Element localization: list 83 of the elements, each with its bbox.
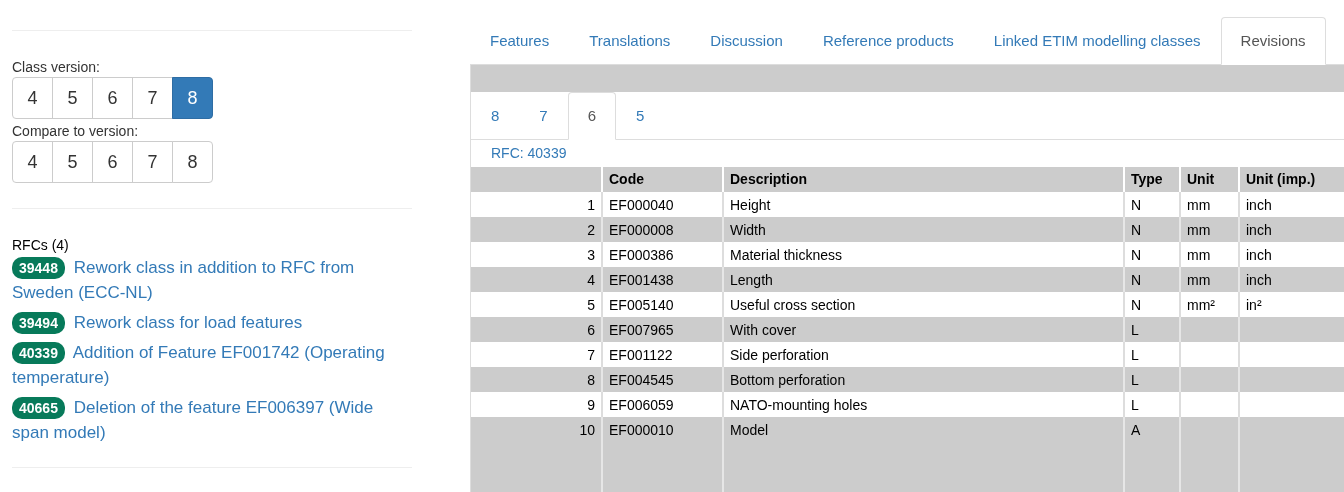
column-header: Unit xyxy=(1187,170,1215,189)
tab[interactable]: Discussion xyxy=(690,17,803,65)
table-cell: mm xyxy=(1187,272,1211,288)
table-cell: 5 xyxy=(587,297,595,313)
table-cell: Side perforation xyxy=(730,347,829,363)
table-cell: EF007965 xyxy=(609,322,674,338)
table-cell: EF005140 xyxy=(609,297,674,313)
tab[interactable]: Translations xyxy=(569,17,691,65)
table-cell: EF000010 xyxy=(609,422,674,438)
tab[interactable]: Reference products xyxy=(802,17,974,65)
table-cell: mm xyxy=(1187,222,1211,238)
table-cell: inch xyxy=(1246,247,1272,263)
version-button[interactable]: 6 xyxy=(92,141,133,183)
table-cell: Width xyxy=(730,222,766,238)
column-header: Type xyxy=(1131,170,1163,189)
table-cell: EF004545 xyxy=(609,372,674,388)
version-button[interactable]: 7 xyxy=(132,77,173,119)
table-cell: With cover xyxy=(730,322,797,338)
table-cell: 9 xyxy=(587,397,595,413)
rfc-link[interactable]: RFC: 40339 xyxy=(491,143,567,164)
table-cell: Height xyxy=(730,197,771,213)
table-cell: N xyxy=(1131,297,1142,313)
rfc-link[interactable]: 40665 Deletion of the feature EF006397 (Wide span model) xyxy=(12,395,392,445)
rfc-link[interactable]: 39494 Rework class for load features xyxy=(12,310,392,335)
revision-tab[interactable]: 8 xyxy=(471,92,520,140)
tab[interactable]: Features xyxy=(470,17,570,65)
table-cell: EF001122 xyxy=(609,347,673,363)
table-cell: N xyxy=(1131,222,1142,238)
table-cell: 8 xyxy=(587,372,595,388)
table-cell: EF000040 xyxy=(609,197,674,213)
table-cell: L xyxy=(1131,347,1139,363)
table-cell: EF000008 xyxy=(609,222,674,238)
rfc-link[interactable]: 40339 Addition of Feature EF001742 (Operating temperature) xyxy=(12,340,392,390)
table-cell: Useful cross section xyxy=(730,297,856,313)
table-cell: 7 xyxy=(587,347,595,363)
table-cell: EF000386 xyxy=(609,247,674,263)
table-cell: mm xyxy=(1187,247,1211,263)
table-cell: 6 xyxy=(587,322,595,338)
table-cell: inch xyxy=(1246,197,1272,213)
table-cell: mm xyxy=(1187,197,1211,213)
table-cell: Length xyxy=(730,272,773,288)
table-cell: mm² xyxy=(1187,297,1215,313)
table-cell: Material thickness xyxy=(730,247,843,263)
table-cell: Bottom perforation xyxy=(730,372,846,388)
table-cell: in² xyxy=(1246,297,1262,313)
table-cell: 1 xyxy=(587,197,595,213)
column-header: Unit (imp.) xyxy=(1246,170,1316,189)
table-cell: EF006059 xyxy=(609,397,674,413)
table-cell: A xyxy=(1131,422,1141,438)
table-cell: N xyxy=(1131,272,1142,288)
version-button[interactable]: 5 xyxy=(52,141,93,183)
revision-tab[interactable]: 7 xyxy=(519,92,568,140)
tab[interactable]: Revisions xyxy=(1220,17,1326,65)
version-button[interactable]: 4 xyxy=(12,141,53,183)
table-cell: inch xyxy=(1246,272,1272,288)
table-cell: L xyxy=(1131,397,1139,413)
version-button[interactable]: 5 xyxy=(52,77,93,119)
version-button[interactable]: 8 xyxy=(172,141,213,183)
version-button[interactable]: 4 xyxy=(12,77,53,119)
table-cell: N xyxy=(1131,247,1142,263)
table-cell: EF001438 xyxy=(609,272,674,288)
version-label: Class version: xyxy=(12,58,101,77)
version-button[interactable]: 8 xyxy=(172,77,213,119)
table-cell: Model xyxy=(730,422,769,438)
table-cell: L xyxy=(1131,322,1139,338)
rfc-link[interactable]: 39448 Rework class in addition to RFC from Sweden (ECC-NL) xyxy=(12,255,392,305)
revision-tab[interactable]: 5 xyxy=(616,92,665,140)
table-cell: 2 xyxy=(587,222,595,238)
table-cell: 10 xyxy=(579,422,595,438)
version-button[interactable]: 6 xyxy=(92,77,133,119)
column-header: Description xyxy=(730,170,807,189)
tab[interactable]: Linked ETIM modelling classes xyxy=(973,17,1221,65)
version-label: Compare to version: xyxy=(12,122,140,141)
table-cell: NATO-mounting holes xyxy=(730,397,868,413)
column-header: Code xyxy=(609,170,644,189)
table-cell: L xyxy=(1131,372,1139,388)
table-cell: inch xyxy=(1246,222,1272,238)
table-cell: N xyxy=(1131,197,1142,213)
table-cell: 4 xyxy=(587,272,595,288)
table-cell: 3 xyxy=(587,247,595,263)
rfcs-heading: RFCs (4) xyxy=(12,236,70,255)
revision-tab[interactable]: 6 xyxy=(567,92,617,140)
version-button[interactable]: 7 xyxy=(132,141,173,183)
